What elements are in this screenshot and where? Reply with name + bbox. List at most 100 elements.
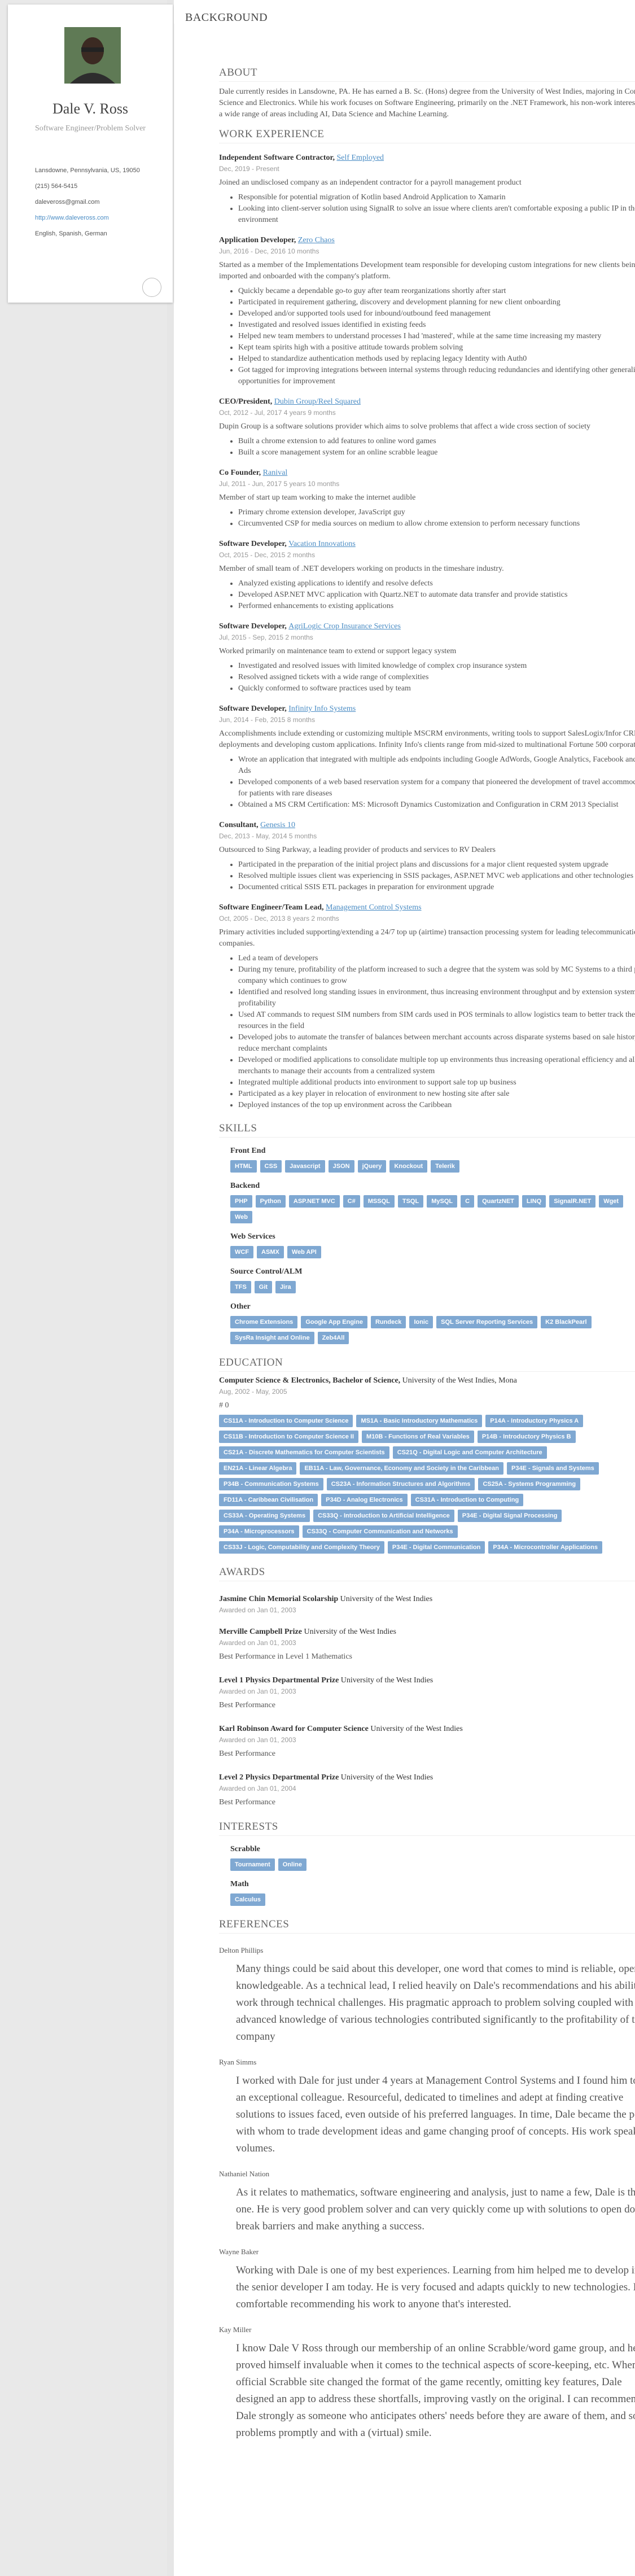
job-bullet: Integrated multiple additional products … <box>238 1077 635 1088</box>
job-bullet: Participated in requirement gathering, d… <box>238 297 635 308</box>
job-bullet: Developed or modified applications to co… <box>238 1055 635 1077</box>
tag: Calculus <box>230 1893 265 1906</box>
awards-list: Jasmine Chin Memorial Scolarship Univers… <box>219 1595 635 1808</box>
award-description: Best Performance <box>219 1701 275 1709</box>
job-bullet: Kept team spirits high with a positive a… <box>238 342 635 353</box>
location-text: Lansdowne, Pennsylvania, US, 19050 <box>35 167 140 174</box>
job-description: Member of small team of .NET developers … <box>219 565 504 573</box>
phone-text: (215) 564-5415 <box>35 183 78 190</box>
award-item: Karl Robinson Award for Computer Science… <box>219 1725 635 1760</box>
tag: Online <box>278 1858 306 1871</box>
tag: Chrome Extensions <box>230 1316 298 1328</box>
job-bullets: Primary chrome extension developer, Java… <box>219 507 635 530</box>
tag-group: Source Control/ALM TFS Git Jira <box>230 1267 635 1293</box>
job-company-link[interactable]: Vacation Innovations <box>288 540 356 548</box>
reference-name: Ryan Simms <box>219 2058 257 2066</box>
job-bullets: Built a chrome extension to add features… <box>219 436 635 458</box>
job-company-link[interactable]: Management Control Systems <box>326 903 422 912</box>
award-title: Level 1 Physics Departmental Prize Unive… <box>219 1676 635 1685</box>
job-bullet: Developed jobs to automate the transfer … <box>238 1032 635 1055</box>
job-company-link[interactable]: Zero Chaos <box>298 236 335 244</box>
reference-item: Delton Phillips Many things could be said… <box>219 1946 635 2045</box>
award-item: Level 1 Physics Departmental Prize Unive… <box>219 1676 635 1711</box>
tag: ASP.NET MVC <box>288 1195 340 1208</box>
job-item: Software Developer, AgriLogic Crop Insur… <box>219 622 635 694</box>
job-dates: Jun, 2016 - Dec, 2016 10 months <box>219 247 319 255</box>
job-company-link[interactable]: AgriLogic Crop Insurance Services <box>288 622 401 631</box>
award-org: University of the West Indies <box>370 1725 463 1733</box>
tag-group-name: Backend <box>230 1182 260 1190</box>
profile-photo <box>64 27 121 84</box>
tag-list: PHP Python ASP.NET MVC C# MSSQL TSQL MySQL C Qua… <box>230 1195 625 1223</box>
website-link[interactable]: http://www.daleveross.com <box>35 215 109 221</box>
course-tag: CS23A - Information Structures and Algor… <box>326 1478 475 1490</box>
job-description: Primary activities included supporting/e… <box>219 928 635 948</box>
course-tag: CS33Q - Computer Communication and Netwo… <box>302 1525 458 1538</box>
job-title-separator: , <box>270 397 274 406</box>
reference-item: Kay Miller I know Dale V Ross through our… <box>219 2325 635 2442</box>
reference-item: Nathaniel Nation As it relates to mathema… <box>219 2170 635 2235</box>
course-tag: CS33J - Logic, Computability and Complex… <box>219 1541 384 1554</box>
job-title-text: Consultant <box>219 821 257 829</box>
course-tag: CS11B - Introduction to Computer Science… <box>219 1431 359 1443</box>
about-text: Dale currently resides in Lansdowne, PA.… <box>219 88 635 119</box>
job-bullet: Obtained a MS CRM Certification: MS: Mic… <box>238 799 635 811</box>
course-tag: FD11A - Caribbean Civilisation <box>219 1494 318 1506</box>
job-bullet: Quickly became a dependable go-to guy af… <box>238 286 635 297</box>
job-company-link[interactable]: Infinity Info Systems <box>288 705 356 713</box>
job-description: Member of start up team working to make … <box>219 493 416 502</box>
interests-list: Scrabble Tournament Online Math Calculus <box>219 1845 635 1906</box>
job-bullet: Helped to standardize authentication met… <box>238 353 635 365</box>
course-tag: CS25A - Systems Programming <box>478 1478 581 1490</box>
job-bullet: Performed enhancements to existing appli… <box>238 601 635 612</box>
job-title-separator: , <box>259 469 263 477</box>
job-bullet: Investigated and resolved issues with li… <box>238 661 635 672</box>
top-bar: BACKGROUND <box>174 0 635 24</box>
course-tag: MS1A - Basic Introductory Mathematics <box>356 1415 483 1427</box>
job-bullets: Quickly became a dependable go-to guy af… <box>219 286 635 387</box>
tag: Tournament <box>230 1858 275 1871</box>
course-tag: P34E - Digital Signal Processing <box>457 1510 562 1522</box>
reference-quote: Working with Dale is one of my best expe… <box>236 2264 635 2310</box>
job-title-text: Software Engineer/Team Lead <box>219 903 322 912</box>
job-bullet: Helped new team members to understand pr… <box>238 331 635 342</box>
interests-heading: INTERESTS <box>219 1821 635 1836</box>
profile-photo-image <box>64 27 121 84</box>
job-title-text: Independent Software Contractor <box>219 154 333 162</box>
tag-group: Other Chrome Extensions Google App Engine R… <box>230 1302 635 1344</box>
award-description: Best Performance in Level 1 Mathematics <box>219 1652 352 1661</box>
job-bullets: Led a team of developersDuring my tenure… <box>219 953 635 1111</box>
email-text: daleveross@gmail.com <box>35 199 100 205</box>
job-description: Worked primarily on maintenance team to … <box>219 647 457 655</box>
tag-group: Web Services WCF ASMX Web API <box>230 1232 635 1258</box>
job-company-link[interactable]: Self Employed <box>336 154 384 162</box>
languages-text: English, Spanish, German <box>35 230 107 237</box>
job-company-link[interactable]: Dubin Group/Reel Squared <box>274 397 361 406</box>
education-dates: Aug, 2002 - May, 2005 <box>219 1388 287 1396</box>
job-bullet: Resolved multiple issues client was expe… <box>238 871 635 882</box>
sidebar: Dale V. Ross Software Engineer/Problem S… <box>0 0 173 2576</box>
job-dates: Jun, 2014 - Feb, 2015 8 months <box>219 716 316 724</box>
job-title: Application Developer, Zero Chaos <box>219 236 635 245</box>
tag-group-name: Web Services <box>230 1232 275 1241</box>
job-bullet: Identified and resolved long standing is… <box>238 987 635 1009</box>
page: Dale V. Ross Software Engineer/Problem S… <box>0 0 635 2576</box>
course-tag: P34B - Communication Systems <box>219 1478 323 1490</box>
tag-list: Tournament Online <box>230 1858 625 1871</box>
tag: PHP <box>230 1195 252 1208</box>
course-tag: CS33A - Operating Systems <box>219 1510 310 1522</box>
award-title-text: Karl Robinson Award for Computer Science <box>219 1725 369 1733</box>
tag: SQL Server Reporting Services <box>436 1316 538 1328</box>
award-org: University of the West Indies <box>340 1676 433 1685</box>
tag: C# <box>343 1195 360 1208</box>
tag: Web <box>230 1211 253 1223</box>
job-bullet: Analyzed existing applications to identi… <box>238 578 635 589</box>
job-company-link[interactable]: Genesis 10 <box>260 821 295 829</box>
job-company-link[interactable]: Ranival <box>263 469 288 477</box>
toggle-circle-button[interactable] <box>142 278 161 297</box>
jobs-list: Independent Software Contractor, Self Em… <box>219 154 635 1111</box>
tag: Wget <box>599 1195 624 1208</box>
tag: Git <box>254 1281 273 1293</box>
job-item: Software Developer, Vacation Innovations… <box>219 540 635 612</box>
job-title-separator: , <box>322 903 326 912</box>
